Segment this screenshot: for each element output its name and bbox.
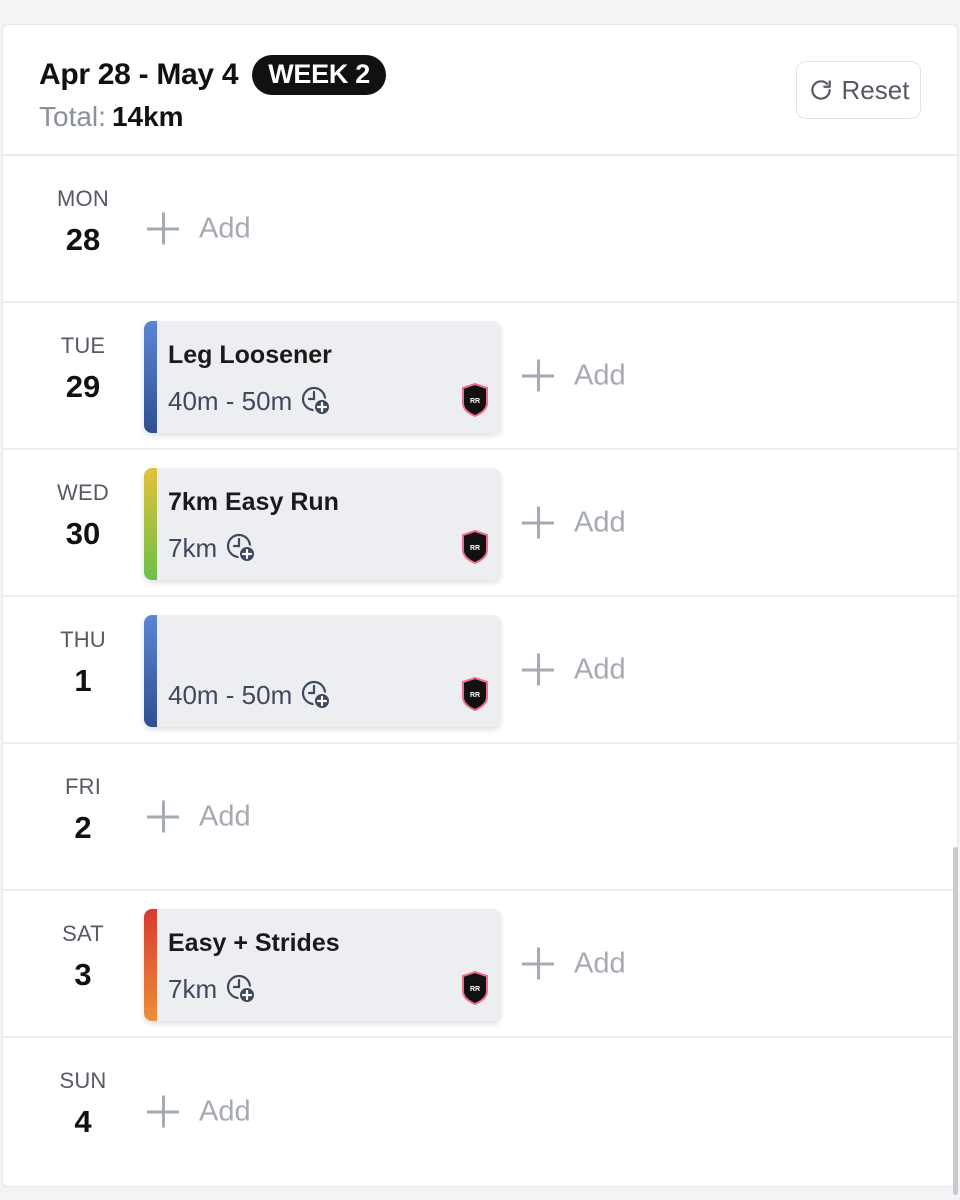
- day-row-mon: MON 28 Add: [3, 156, 957, 303]
- workout-duration: 40m - 50m: [168, 385, 332, 417]
- day-row-tue: TUE 29 Leg Loosener 40m - 50m RR Add: [3, 303, 957, 450]
- total-label: Total:: [39, 101, 106, 132]
- day-of-week: TUE: [60, 333, 106, 358]
- week-panel: Apr 28 - May 4 WEEK 2 Total: 14km Reset M…: [2, 24, 958, 1187]
- clock-add-icon: [302, 386, 332, 416]
- workout-card[interactable]: Leg Loosener 40m - 50m RR: [144, 321, 501, 433]
- add-label: Add: [574, 506, 626, 538]
- plus-icon: [522, 506, 554, 539]
- day-label: SAT 3: [3, 921, 163, 993]
- total-value: 14km: [111, 101, 184, 132]
- coach-shield-icon: RR: [462, 971, 488, 1005]
- day-label: WED 30: [3, 480, 163, 552]
- shield-badge-text: RR: [470, 986, 480, 993]
- workout-title: Easy + Strides: [168, 929, 340, 957]
- day-list: MON 28 Add TUE 29 Leg Loosener 40m - 50m RR Add W…: [3, 156, 957, 1185]
- clock-add-icon: [227, 974, 257, 1004]
- workout-duration: 7km: [168, 532, 257, 564]
- reset-button[interactable]: Reset: [796, 61, 921, 119]
- week-header: Apr 28 - May 4 WEEK 2 Total: 14km Reset: [3, 25, 957, 156]
- day-number: 3: [74, 957, 92, 992]
- day-of-week: THU: [60, 627, 106, 652]
- day-number: 2: [74, 810, 92, 845]
- day-row-wed: WED 30 7km Easy Run 7km RR Add: [3, 450, 957, 597]
- day-number: 4: [74, 1104, 92, 1139]
- scrollbar[interactable]: [953, 847, 958, 1195]
- refresh-icon: [810, 80, 831, 100]
- shield-badge-text: RR: [470, 545, 480, 552]
- workout-color-stripe: [144, 468, 157, 580]
- day-number: 28: [65, 222, 101, 257]
- workout-card[interactable]: Easy + Strides 7km RR: [144, 909, 501, 1021]
- workout-title: Leg Loosener: [168, 341, 332, 369]
- plus-icon: [522, 653, 554, 686]
- day-of-week: MON: [57, 186, 109, 211]
- workout-color-stripe: [144, 615, 157, 727]
- duration-text: 7km: [168, 532, 218, 563]
- add-workout-button[interactable]: Add: [522, 653, 626, 686]
- add-label: Add: [199, 212, 251, 244]
- day-label: SUN 4: [3, 1068, 163, 1140]
- week-total: Total: 14km: [39, 101, 184, 133]
- plus-icon: [147, 800, 179, 833]
- plus-icon: [522, 947, 554, 980]
- add-workout-button[interactable]: Add: [522, 947, 626, 980]
- workout-duration: 40m - 50m: [168, 679, 332, 711]
- clock-add-icon: [302, 680, 332, 710]
- day-label: TUE 29: [3, 333, 163, 405]
- day-of-week: SUN: [59, 1068, 107, 1093]
- add-label: Add: [199, 1095, 251, 1127]
- coach-shield-icon: RR: [462, 383, 488, 417]
- add-workout-button[interactable]: Add: [522, 506, 626, 539]
- day-number: 30: [65, 516, 101, 551]
- add-label: Add: [199, 800, 251, 832]
- coach-shield-icon: RR: [462, 677, 488, 711]
- workout-card[interactable]: 40m - 50m RR: [144, 615, 501, 727]
- day-of-week: WED: [57, 480, 109, 505]
- day-row-fri: FRI 2 Add: [3, 744, 957, 891]
- plus-icon: [147, 1095, 179, 1128]
- day-of-week: SAT: [62, 921, 104, 946]
- workout-duration: 7km: [168, 973, 257, 1005]
- shield-badge-text: RR: [470, 398, 480, 405]
- add-label: Add: [574, 653, 626, 685]
- day-number: 29: [65, 369, 101, 404]
- week-badge: WEEK 2: [252, 55, 386, 95]
- duration-text: 7km: [168, 973, 218, 1004]
- duration-text: 40m - 50m: [168, 679, 293, 710]
- day-row-thu: THU 1 40m - 50m RR Add: [3, 597, 957, 744]
- day-label: FRI 2: [3, 774, 163, 846]
- workout-color-stripe: [144, 321, 157, 433]
- add-workout-button[interactable]: Add: [147, 1095, 251, 1128]
- coach-shield-icon: RR: [462, 530, 488, 564]
- day-of-week: FRI: [64, 774, 102, 799]
- add-label: Add: [574, 947, 626, 979]
- week-range: Apr 28 - May 4 WEEK 2: [39, 55, 386, 95]
- day-label: MON 28: [3, 186, 163, 258]
- day-row-sat: SAT 3 Easy + Strides 7km RR Add: [3, 891, 957, 1038]
- workout-card[interactable]: 7km Easy Run 7km RR: [144, 468, 501, 580]
- add-workout-button[interactable]: Add: [147, 800, 251, 833]
- date-range: Apr 28 - May 4: [39, 58, 239, 91]
- reset-label: Reset: [841, 74, 910, 105]
- day-row-sun: SUN 4 Add: [3, 1038, 957, 1185]
- workout-color-stripe: [144, 909, 157, 1021]
- plus-icon: [147, 212, 179, 245]
- add-workout-button[interactable]: Add: [147, 212, 251, 245]
- add-workout-button[interactable]: Add: [522, 359, 626, 392]
- plus-icon: [522, 359, 554, 392]
- day-label: THU 1: [3, 627, 163, 699]
- clock-add-icon: [227, 533, 257, 563]
- shield-badge-text: RR: [470, 692, 480, 699]
- workout-title: 7km Easy Run: [168, 488, 339, 516]
- duration-text: 40m - 50m: [168, 385, 293, 416]
- add-label: Add: [574, 359, 626, 391]
- day-number: 1: [74, 663, 92, 698]
